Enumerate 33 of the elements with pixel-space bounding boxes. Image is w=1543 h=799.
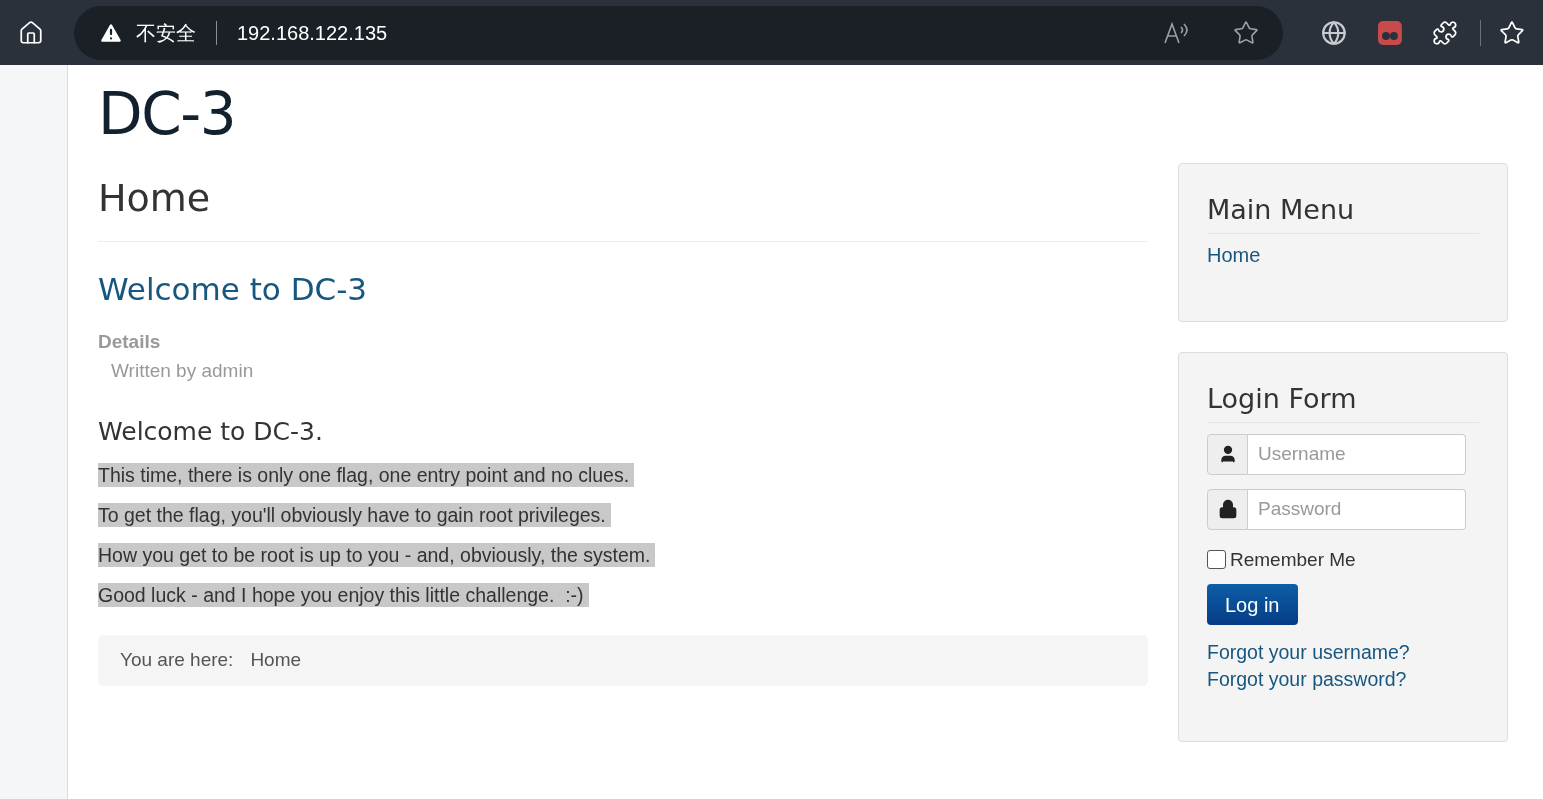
globe-extension-icon[interactable] (1320, 19, 1347, 46)
panel-title: Login Form (1207, 379, 1479, 423)
favorites-icon[interactable] (1499, 19, 1526, 46)
details-label: Details (98, 330, 162, 355)
favorite-star-icon[interactable] (1232, 19, 1259, 46)
address-bar[interactable]: 不安全 192.168.122.135 (74, 5, 1283, 60)
breadcrumb-label: You are here: (120, 648, 234, 672)
page-heading: Home (98, 175, 212, 222)
read-aloud-icon[interactable] (1162, 20, 1189, 45)
remember-checkbox[interactable] (1207, 550, 1226, 570)
forgot-link[interactable]: Forgot your username? (1207, 639, 1479, 666)
url-text: 192.168.122.135 (237, 20, 388, 46)
article-paragraph: How you get to be root is up to you - and, obviously, the system. (98, 542, 656, 567)
article-title[interactable]: Welcome to DC-3 (98, 269, 1148, 309)
input-field[interactable]: Password (1248, 488, 1466, 530)
article-paragraph: Good luck - and I hope you enjoy this little challenge. :-) (98, 582, 589, 607)
menu-link[interactable]: Home (1207, 239, 1479, 270)
input-field[interactable]: Username (1248, 433, 1466, 475)
article-heading: Welcome to DC-3. (98, 416, 324, 449)
article-paragraph: This time, there is only one flag, one entry point and no clues. (98, 462, 635, 487)
home-icon[interactable] (18, 19, 44, 46)
author-text: Written by admin (111, 358, 255, 383)
forgot-link[interactable]: Forgot your password? (1207, 666, 1479, 693)
extension-icon[interactable] (1376, 19, 1403, 46)
remember-label: Remember Me (1230, 547, 1356, 572)
security-label: 不安全 (136, 20, 196, 46)
panel-title: Main Menu (1207, 190, 1479, 234)
breadcrumb-item[interactable]: Home (250, 646, 302, 675)
extensions-icon[interactable] (1432, 19, 1459, 46)
article-paragraph: To get the flag, you'll obviously have to gain root privileges. (98, 502, 611, 527)
site-title[interactable]: DC-3 (98, 85, 1511, 143)
login-button[interactable]: Log in (1207, 584, 1298, 625)
lock-icon (1217, 499, 1238, 519)
